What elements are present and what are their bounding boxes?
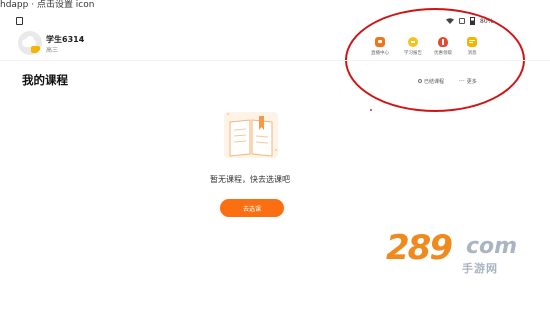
more-button[interactable]: ··· 更多 [459, 76, 477, 86]
page-title: 我的课程 [22, 73, 68, 87]
finished-courses-button[interactable]: 已结课程 [418, 76, 444, 86]
avatar[interactable] [18, 31, 42, 55]
header-divider [0, 60, 550, 61]
finished-courses-label: 已结课程 [424, 78, 445, 85]
annotation-dot [370, 109, 372, 111]
watermark-number: 289 [386, 228, 453, 268]
clock-icon [418, 79, 422, 83]
top-caption-text: hdapp · 点击设置 icon [0, 0, 95, 10]
empty-state-text: 暂无课程，快去选课吧 [210, 175, 290, 184]
user-grade: 高三 [46, 47, 59, 54]
system-square-icon [16, 17, 23, 25]
more-label: 更多 [466, 78, 477, 85]
cloud-icon-top [26, 36, 34, 44]
watermark-domain: com [466, 234, 518, 259]
empty-book-icon [224, 112, 278, 158]
vip-badge-icon [31, 46, 40, 53]
select-course-button[interactable]: 去选课 [220, 199, 284, 217]
chevron-right-icon[interactable]: › [79, 34, 82, 43]
watermark-logo: 289 com 手游网 [386, 228, 536, 288]
watermark-subtitle: 手游网 [462, 262, 498, 275]
more-dots-icon: ··· [459, 77, 465, 85]
